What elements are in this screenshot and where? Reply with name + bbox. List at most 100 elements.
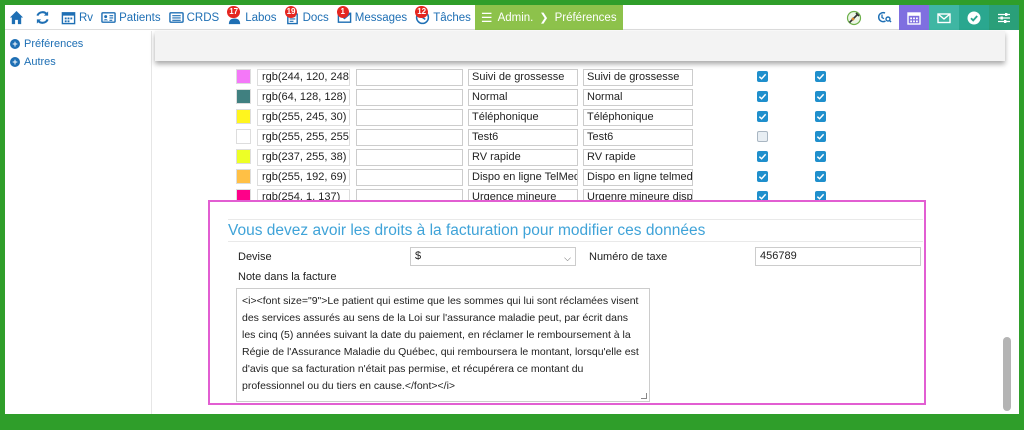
scrollbar-thumb[interactable] xyxy=(1003,337,1011,411)
envelope-icon xyxy=(937,12,951,23)
tax-number-input[interactable]: 456789 xyxy=(755,247,921,266)
label-en-input[interactable]: Dispo en ligne telmed xyxy=(583,169,693,186)
label-fr-input[interactable]: RV rapide xyxy=(468,149,578,166)
label-fr-input[interactable]: Normal xyxy=(468,89,578,106)
taches-badge: 12 xyxy=(415,6,429,18)
nav-home[interactable] xyxy=(5,5,31,30)
empty-input[interactable] xyxy=(356,89,463,106)
app-window: Rv Patients CRDS 17 Labos 19 Docs 1 Mess… xyxy=(5,5,1019,414)
resize-handle-icon[interactable] xyxy=(641,393,647,399)
table-row: rgb(255, 245, 30) Téléphonique Téléphoniqu… xyxy=(227,107,927,127)
settings-tool[interactable] xyxy=(989,5,1019,30)
calendar-tool[interactable] xyxy=(899,5,929,30)
history-search-icon xyxy=(877,11,892,23)
calendar-icon xyxy=(61,12,76,25)
labos-badge: 17 xyxy=(227,6,241,18)
label-en-input[interactable]: Téléphonique xyxy=(583,109,693,126)
syringe-tool[interactable] xyxy=(839,5,869,30)
plus-circle-icon: + xyxy=(10,57,20,67)
hamburger-icon: ☰ xyxy=(480,9,493,25)
sticky-header-strip xyxy=(155,31,1005,61)
nav-crds[interactable]: CRDS xyxy=(165,5,224,30)
list-card-icon xyxy=(168,12,184,23)
devise-select[interactable]: $ ⌵ xyxy=(410,247,576,266)
checkbox-active[interactable] xyxy=(757,131,768,142)
label-fr-input[interactable]: Suivi de grossesse xyxy=(468,69,578,86)
rgb-value-field[interactable]: rgb(255, 245, 30) xyxy=(257,109,350,126)
label-en-input[interactable]: Suivi de grossesse xyxy=(583,69,693,86)
checkbox-active[interactable] xyxy=(757,151,768,162)
nav-labos[interactable]: 17 Labos xyxy=(223,5,280,30)
nav-messages[interactable]: 1 Messages xyxy=(333,5,411,30)
empty-input[interactable] xyxy=(356,69,463,86)
rgb-value-field[interactable]: rgb(255, 255, 255) xyxy=(257,129,350,146)
invoice-note-text: <i><font size="9">Le patient qui estime … xyxy=(242,295,639,392)
empty-input[interactable] xyxy=(356,169,463,186)
preferences-label: Préférences xyxy=(554,11,617,24)
checkbox-active[interactable] xyxy=(757,111,768,122)
color-swatch[interactable] xyxy=(236,169,251,184)
top-navbar: Rv Patients CRDS 17 Labos 19 Docs 1 Mess… xyxy=(5,5,1019,30)
tax-number-label: Numéro de taxe xyxy=(589,251,668,263)
label-fr-input[interactable]: Téléphonique xyxy=(468,109,578,126)
nav-patients[interactable]: Patients xyxy=(97,5,165,30)
checkbox-visible[interactable] xyxy=(815,171,826,182)
nav-rv[interactable]: Rv xyxy=(57,5,97,30)
checkbox-visible[interactable] xyxy=(815,131,826,142)
check-tool[interactable] xyxy=(959,5,989,30)
chevron-down-icon: ⌵ xyxy=(564,253,571,263)
empty-input[interactable] xyxy=(356,149,463,166)
rgb-value-field[interactable]: rgb(255, 192, 69) xyxy=(257,169,350,186)
plus-circle-icon: + xyxy=(10,39,20,49)
sidebar-item-label: Autres xyxy=(24,56,56,68)
table-row: rgb(64, 128, 128) Normal Normal xyxy=(227,87,927,107)
checkbox-active[interactable] xyxy=(757,171,768,182)
label-en-input[interactable]: Test6 xyxy=(583,129,693,146)
sliders-icon xyxy=(998,12,1010,23)
nav-taches-label: Tâches xyxy=(433,11,471,24)
main-nav: Rv Patients CRDS 17 Labos 19 Docs 1 Mess… xyxy=(5,5,623,30)
admin-breadcrumb[interactable]: ☰ Admin. ❯ Préférences xyxy=(474,5,623,30)
table-row: rgb(255, 255, 255) Test6 Test6 xyxy=(227,127,927,147)
label-en-input[interactable]: RV rapide xyxy=(583,149,693,166)
checkbox-visible[interactable] xyxy=(815,151,826,162)
nav-taches[interactable]: 12 Tâches xyxy=(411,5,475,30)
sidebar-divider xyxy=(151,31,152,414)
mail-tool[interactable] xyxy=(929,5,959,30)
color-swatch[interactable] xyxy=(236,129,251,144)
checkbox-active[interactable] xyxy=(757,71,768,82)
nav-refresh[interactable] xyxy=(31,5,57,30)
checkbox-active[interactable] xyxy=(757,91,768,102)
checkbox-visible[interactable] xyxy=(815,91,826,102)
color-swatch[interactable] xyxy=(236,149,251,164)
rgb-value-field[interactable]: rgb(244, 120, 248) xyxy=(257,69,350,86)
checkbox-visible[interactable] xyxy=(815,111,826,122)
rgb-value-field[interactable]: rgb(64, 128, 128) xyxy=(257,89,350,106)
sidebar-item-autres[interactable]: + Autres xyxy=(5,53,155,71)
label-fr-input[interactable]: Test6 xyxy=(468,129,578,146)
invoice-note-label: Note dans la facture xyxy=(238,271,337,283)
nav-docs[interactable]: 19 Docs xyxy=(281,5,333,30)
check-circle-icon xyxy=(967,11,981,24)
color-swatch[interactable] xyxy=(236,89,251,104)
checkbox-visible[interactable] xyxy=(815,71,826,82)
empty-input[interactable] xyxy=(356,129,463,146)
table-row: rgb(244, 120, 248) Suivi de grossesse Suiv… xyxy=(227,67,927,87)
nav-labos-label: Labos xyxy=(245,11,277,24)
sidebar-item-preferences[interactable]: + Préférences xyxy=(5,35,155,53)
label-en-input[interactable]: Normal xyxy=(583,89,693,106)
nav-patients-label: Patients xyxy=(119,11,161,24)
color-swatch[interactable] xyxy=(236,69,251,84)
history-search-tool[interactable] xyxy=(869,5,899,30)
label-fr-input[interactable]: Dispo en ligne TelMed xyxy=(468,169,578,186)
rgb-value-field[interactable]: rgb(237, 255, 38) xyxy=(257,149,350,166)
color-swatch[interactable] xyxy=(236,109,251,124)
chevron-right-icon: ❯ xyxy=(539,12,549,24)
admin-label: Admin. xyxy=(497,11,534,24)
invoice-note-textarea[interactable]: <i><font size="9">Le patient qui estime … xyxy=(236,288,650,402)
divider xyxy=(228,219,923,220)
right-toolbar xyxy=(839,5,1019,30)
empty-input[interactable] xyxy=(356,109,463,126)
table-row: rgb(237, 255, 38) RV rapide RV rapide xyxy=(227,147,927,167)
vertical-scrollbar[interactable] xyxy=(1000,31,1014,414)
